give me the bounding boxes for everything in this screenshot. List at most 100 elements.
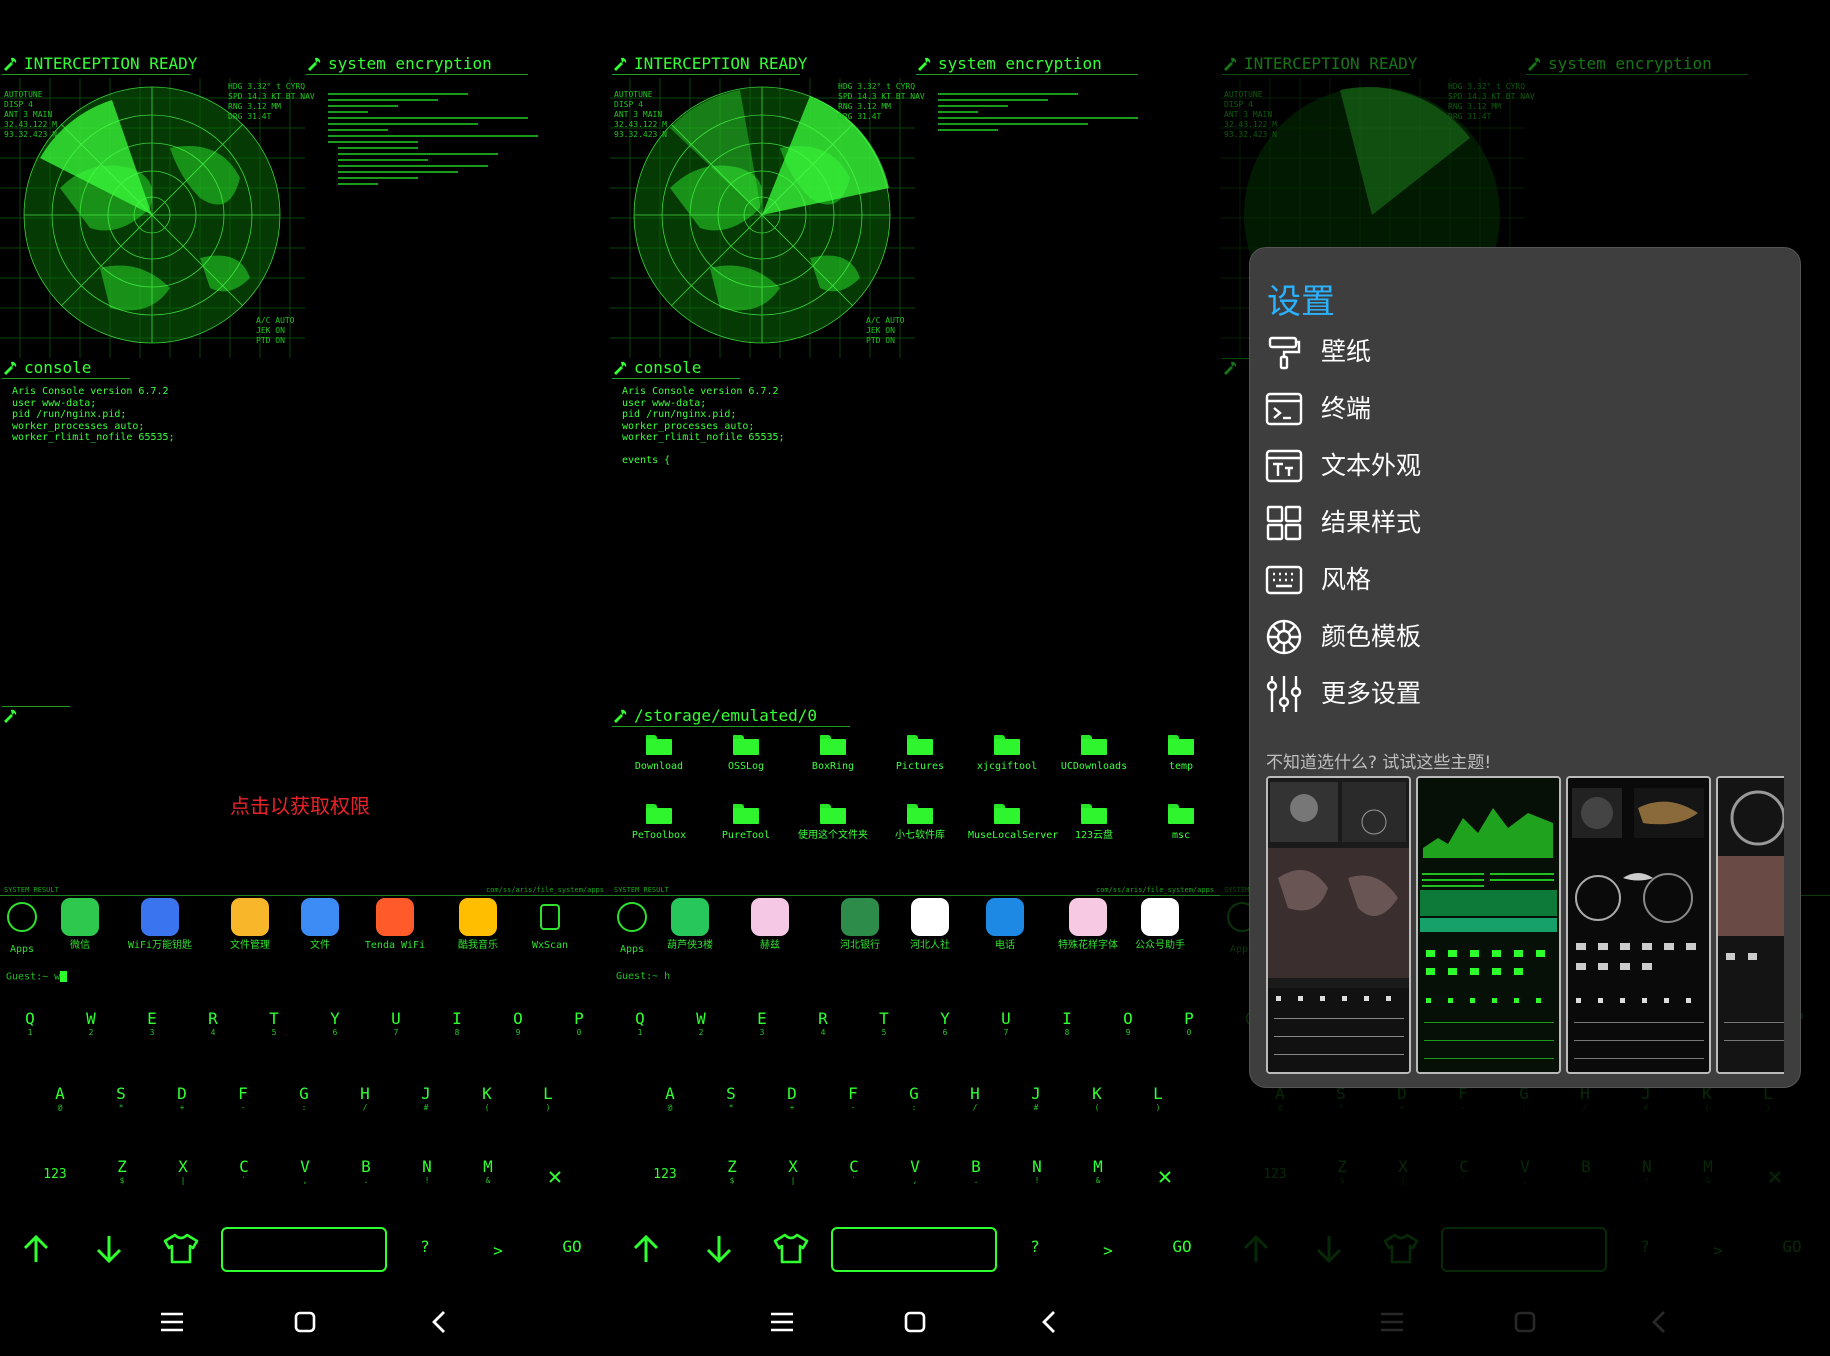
- folder-item[interactable]: 123云盘: [1055, 804, 1133, 841]
- key-u[interactable]: U7: [986, 1010, 1026, 1038]
- key-n[interactable]: N!: [1017, 1158, 1057, 1186]
- key-j[interactable]: J#: [406, 1085, 446, 1113]
- home-icon[interactable]: [294, 1311, 316, 1333]
- arrow-up-icon[interactable]: [632, 1234, 660, 1264]
- app-shortcut[interactable]: Tenda WiFi: [358, 898, 432, 952]
- key-o[interactable]: O9: [498, 1010, 538, 1038]
- key-l[interactable]: L): [528, 1085, 568, 1113]
- key-i[interactable]: I8: [1047, 1010, 1087, 1038]
- app-shortcut[interactable]: 文件: [283, 898, 357, 952]
- key-o[interactable]: O9: [1108, 1010, 1148, 1038]
- theme-thumbnail-green-terminal[interactable]: [1416, 776, 1561, 1074]
- app-shortcut[interactable]: 河北银行: [823, 898, 897, 952]
- folder-item[interactable]: PureTool: [707, 804, 785, 841]
- key-r[interactable]: R4: [193, 1010, 233, 1038]
- key-t[interactable]: T5: [864, 1010, 904, 1038]
- app-shortcut[interactable]: 河北人社: [893, 898, 967, 952]
- terminal-prompt[interactable]: Guest:~ h: [616, 971, 670, 982]
- app-shortcut[interactable]: 文件管理: [213, 898, 287, 952]
- grant-permission-link[interactable]: 点击以获取权限: [230, 790, 370, 819]
- space-bar[interactable]: [831, 1227, 997, 1272]
- key-x[interactable]: X|: [773, 1158, 813, 1186]
- key-v[interactable]: V,: [285, 1158, 325, 1186]
- key-h[interactable]: H/: [955, 1085, 995, 1113]
- delete-key[interactable]: ✕: [535, 1163, 575, 1189]
- key-a[interactable]: A@: [40, 1085, 80, 1113]
- app-shortcut[interactable]: 微信: [43, 898, 117, 952]
- app-shortcut[interactable]: 赫兹: [733, 898, 807, 952]
- key-c[interactable]: C`: [834, 1158, 874, 1186]
- app-shortcut[interactable]: 公众号助手: [1123, 898, 1197, 952]
- key-k[interactable]: K(: [1077, 1085, 1117, 1113]
- key-f[interactable]: F-: [223, 1085, 263, 1113]
- key-t[interactable]: T5: [254, 1010, 294, 1038]
- question-key[interactable]: ?: [1015, 1238, 1055, 1256]
- key-z[interactable]: Z$: [712, 1158, 752, 1186]
- app-shortcut[interactable]: WxScan: [513, 898, 587, 951]
- key-d[interactable]: D+: [162, 1085, 202, 1113]
- key-m[interactable]: M&: [1078, 1158, 1118, 1186]
- key-g[interactable]: G:: [894, 1085, 934, 1113]
- key-r[interactable]: R4: [803, 1010, 843, 1038]
- go-key[interactable]: GO: [552, 1238, 592, 1256]
- key-z[interactable]: Z$: [102, 1158, 142, 1186]
- key-w[interactable]: W2: [681, 1010, 721, 1038]
- shirt-theme-icon[interactable]: [773, 1232, 809, 1264]
- folder-item[interactable]: msc: [1142, 804, 1220, 841]
- menu-icon[interactable]: [160, 1312, 184, 1332]
- app-shortcut[interactable]: WiFi万能钥匙: [123, 898, 197, 952]
- folder-item[interactable]: temp: [1142, 735, 1220, 772]
- key-h[interactable]: H/: [345, 1085, 385, 1113]
- key-c[interactable]: C`: [224, 1158, 264, 1186]
- arrow-up-icon[interactable]: [22, 1234, 50, 1264]
- key-v[interactable]: V,: [895, 1158, 935, 1186]
- menu-icon[interactable]: [770, 1312, 794, 1332]
- key-q[interactable]: Q1: [10, 1010, 50, 1038]
- key-e[interactable]: E3: [742, 1010, 782, 1038]
- folder-item[interactable]: BoxRing: [794, 735, 872, 772]
- menu-item-more-settings[interactable]: 更多设置: [1264, 670, 1764, 718]
- key-y[interactable]: Y6: [925, 1010, 965, 1038]
- key-x[interactable]: X|: [163, 1158, 203, 1186]
- folder-item[interactable]: 小七软件库: [881, 804, 959, 841]
- key-m[interactable]: M&: [468, 1158, 508, 1186]
- folder-item[interactable]: xjcgiftool: [968, 735, 1046, 772]
- folder-item[interactable]: UCDownloads: [1055, 735, 1133, 772]
- key-b[interactable]: B.: [956, 1158, 996, 1186]
- menu-item-terminal[interactable]: 终端: [1264, 385, 1764, 433]
- key-p[interactable]: P0: [1169, 1010, 1209, 1038]
- arrow-down-icon[interactable]: [95, 1234, 123, 1264]
- key-p[interactable]: P0: [559, 1010, 599, 1038]
- folder-item[interactable]: Download: [620, 735, 698, 772]
- key-s[interactable]: S*: [711, 1085, 751, 1113]
- folder-item[interactable]: PeToolbox: [620, 804, 698, 841]
- key-b[interactable]: B.: [346, 1158, 386, 1186]
- key-f[interactable]: F-: [833, 1085, 873, 1113]
- back-icon[interactable]: [430, 1310, 448, 1334]
- theme-thumbnail-mono-tech[interactable]: [1566, 776, 1711, 1074]
- folder-item[interactable]: 使用这个文件夹: [794, 804, 872, 841]
- theme-thumbnail-partial[interactable]: [1716, 776, 1784, 1074]
- delete-key[interactable]: ✕: [1145, 1163, 1185, 1189]
- menu-item-wallpaper[interactable]: 壁纸: [1264, 328, 1764, 376]
- key-k[interactable]: K(: [467, 1085, 507, 1113]
- folder-item[interactable]: Pictures: [881, 735, 959, 772]
- greater-key[interactable]: >: [1088, 1242, 1128, 1260]
- key-q[interactable]: Q1: [620, 1010, 660, 1038]
- key-l[interactable]: L): [1138, 1085, 1178, 1113]
- key-i[interactable]: I8: [437, 1010, 477, 1038]
- app-shortcut[interactable]: 电话: [968, 898, 1042, 952]
- menu-item-result-style[interactable]: 结果样式: [1264, 499, 1764, 547]
- folder-item[interactable]: OSSLog: [707, 735, 785, 772]
- app-shortcut[interactable]: 葫芦侠3楼: [653, 898, 727, 952]
- app-shortcut[interactable]: 特殊花样字体: [1051, 898, 1125, 952]
- menu-item-style[interactable]: 风格: [1264, 556, 1764, 604]
- key-y[interactable]: Y6: [315, 1010, 355, 1038]
- key-g[interactable]: G:: [284, 1085, 324, 1113]
- key-w[interactable]: W2: [71, 1010, 111, 1038]
- numbers-key[interactable]: 123: [645, 1166, 685, 1184]
- menu-item-text-appearance[interactable]: 文本外观: [1264, 442, 1764, 490]
- key-d[interactable]: D+: [772, 1085, 812, 1113]
- question-key[interactable]: ?: [405, 1238, 445, 1256]
- space-bar[interactable]: [221, 1227, 387, 1272]
